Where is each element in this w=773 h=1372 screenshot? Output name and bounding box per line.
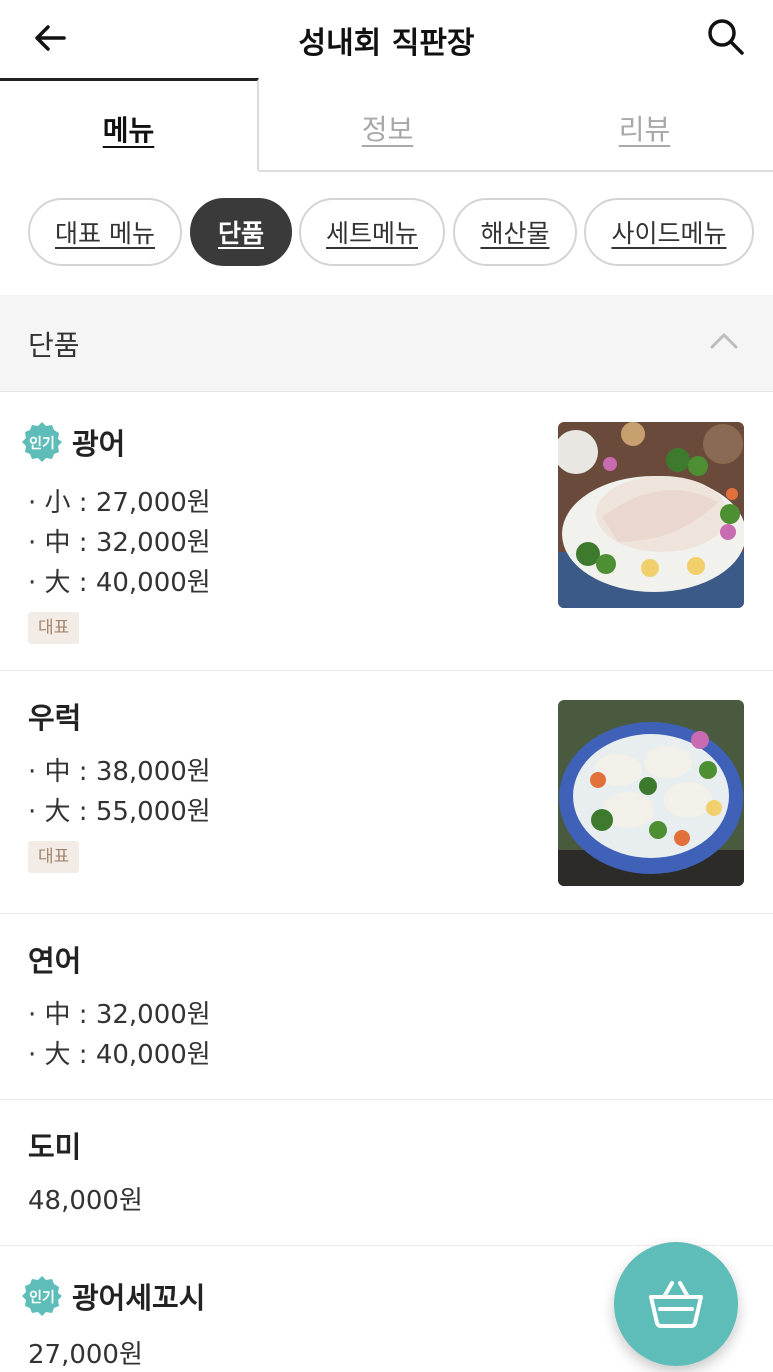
item-name-row: 우럭 [28, 695, 81, 737]
item-name-row: 도미 [28, 1124, 81, 1166]
item-photo [558, 700, 744, 886]
chip-seafood[interactable]: 해산물 [453, 198, 577, 266]
signature-tag: 대표 [28, 612, 80, 644]
section-title: 단품 [28, 329, 80, 362]
item-price: · 中 : 32,000원 [28, 528, 211, 558]
item-price: · 大 : 55,000원 [28, 797, 211, 827]
item-price: · 大 : 40,000원 [28, 568, 211, 598]
svg-text:인기: 인기 [29, 435, 55, 452]
item-name: 광어 [72, 427, 126, 461]
item-price: 48,000원 [28, 1186, 143, 1216]
item-name: 도미 [28, 1130, 82, 1164]
item-name: 광어세꼬시 [72, 1281, 206, 1315]
menu-item-rockfish[interactable]: 우럭 · 中 : 38,000원 · 大 : 55,000원 대표 [0, 671, 773, 914]
popular-badge-icon: 인기 [22, 1276, 62, 1316]
shopping-basket-icon [649, 1281, 703, 1328]
category-chips: 대표 메뉴 단품 세트메뉴 해산물 사이드메뉴 [28, 198, 773, 266]
cart-button[interactable] [614, 1242, 738, 1366]
item-name-row: 인기 광어 [20, 420, 125, 464]
section-header[interactable]: 단품 [0, 295, 773, 392]
item-name: 우럭 [28, 701, 82, 735]
item-price: · 大 : 40,000원 [28, 1040, 211, 1070]
menu-item-salmon[interactable]: 연어 · 中 : 32,000원 · 大 : 40,000원 [0, 914, 773, 1100]
item-name-row: 연어 [28, 938, 81, 980]
tab-menu[interactable]: 메뉴 [0, 78, 259, 172]
item-name: 연어 [28, 944, 82, 978]
store-title: 성내회 직판장 [298, 26, 475, 61]
app-header: 성내회 직판장 [0, 0, 773, 78]
item-price: · 中 : 32,000원 [28, 1000, 211, 1030]
search-icon [708, 19, 744, 55]
signature-tag: 대표 [28, 841, 80, 873]
search-button[interactable] [703, 14, 747, 58]
chip-signature-menu[interactable]: 대표 메뉴 [28, 198, 182, 266]
item-name-row: 인기 광어세꼬시 [20, 1274, 205, 1318]
chip-side-menu[interactable]: 사이드메뉴 [584, 198, 754, 266]
menu-item-sea-bream[interactable]: 도미 48,000원 [0, 1100, 773, 1246]
item-price: · 中 : 38,000원 [28, 757, 211, 787]
item-price: · 小 : 27,000원 [28, 488, 211, 518]
popular-badge-icon: 인기 [22, 422, 62, 462]
menu-item-flatfish[interactable]: 인기 광어 · 小 : 27,000원 · 中 : 32,000원 · 大 : … [0, 392, 773, 671]
svg-text:인기: 인기 [29, 1289, 55, 1306]
tab-info[interactable]: 정보 [259, 78, 516, 172]
chevron-up-icon[interactable] [709, 329, 739, 351]
tab-reviews[interactable]: 리뷰 [516, 78, 773, 172]
chip-set-menu[interactable]: 세트메뉴 [299, 198, 445, 266]
item-price: 27,000원 [28, 1340, 143, 1370]
item-photo [558, 422, 744, 608]
store-tabs: 메뉴 정보 리뷰 [0, 78, 773, 172]
chip-single-items[interactable]: 단품 [190, 198, 292, 266]
